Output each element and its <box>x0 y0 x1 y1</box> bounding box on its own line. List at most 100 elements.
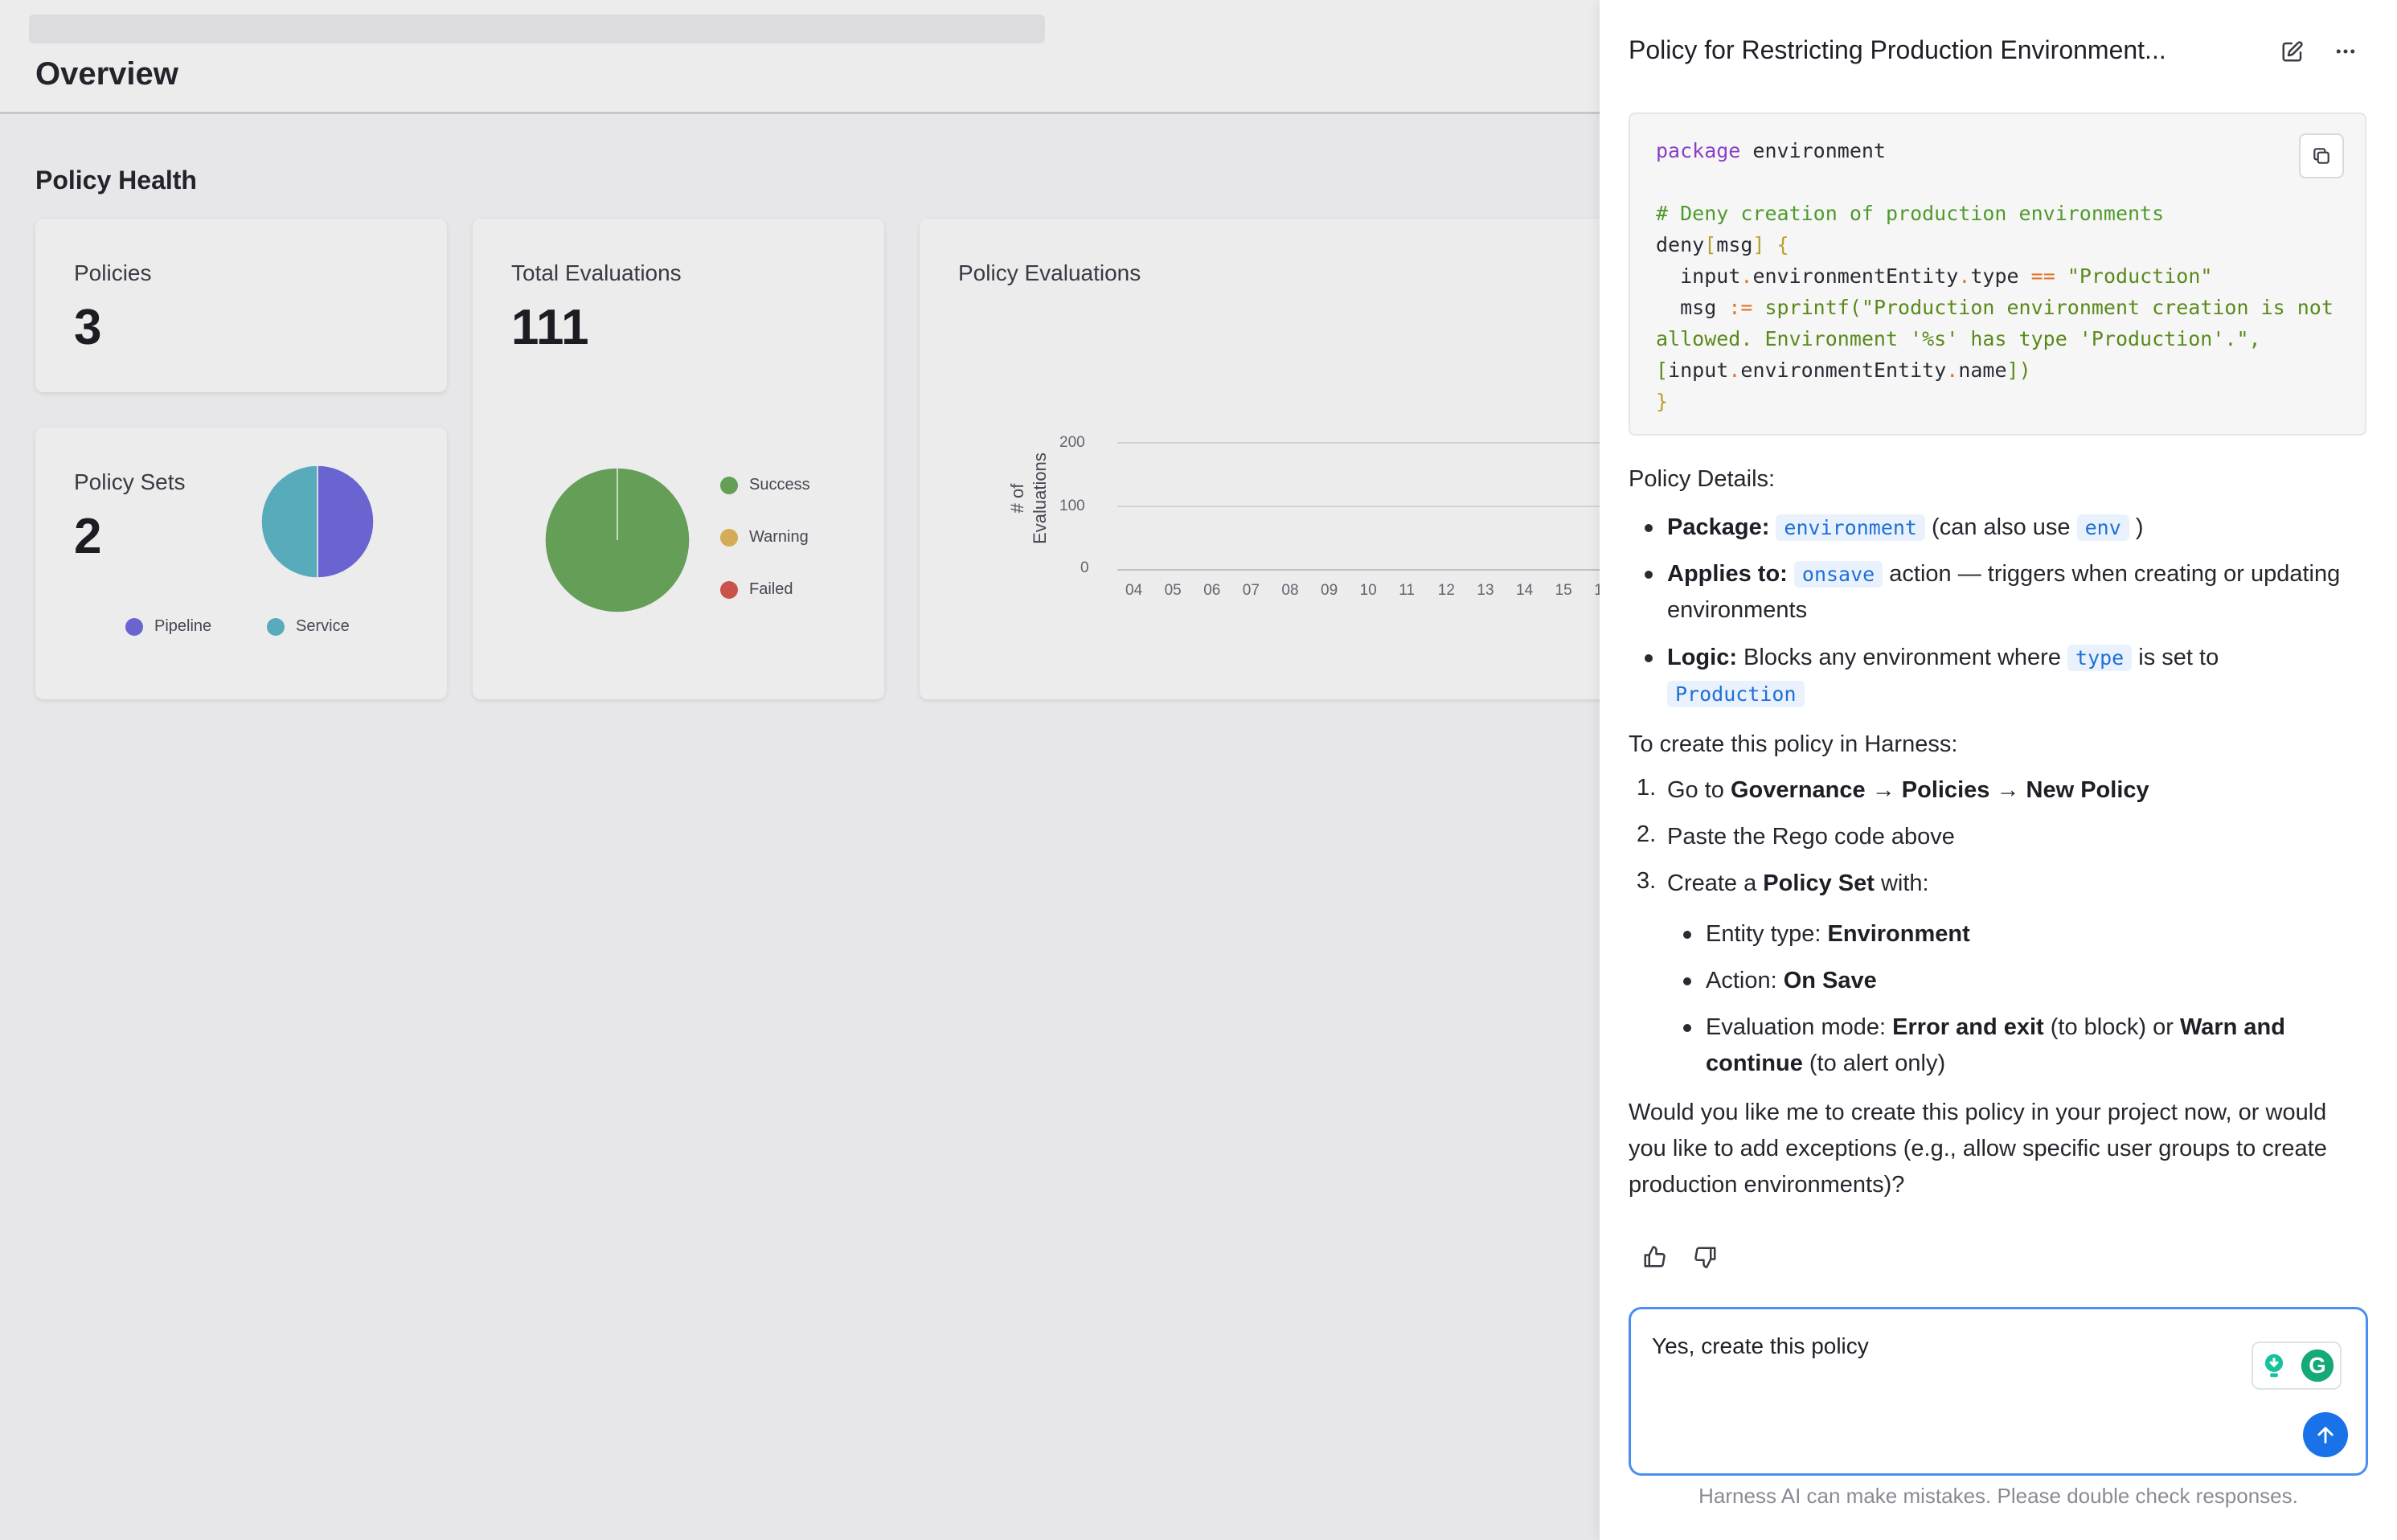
step-2: Paste the Rego code above <box>1667 824 1955 850</box>
code-comma: , <box>2248 327 2261 350</box>
step-number: 1. <box>1637 775 1657 801</box>
detail-key: Applies to: <box>1667 561 1788 587</box>
sub-step-value: Warn and <box>2179 1014 2285 1040</box>
sub-step-label: Action: <box>1706 968 1784 993</box>
step-text: Create a <box>1667 870 1764 896</box>
send-button[interactable] <box>2303 1412 2348 1457</box>
sub-step-entity: Entity type: Environment <box>1706 916 1970 952</box>
detail-text: (can also use <box>1925 514 2077 540</box>
sub-step-text: (to alert only) <box>1802 1051 1946 1076</box>
detail-text: Blocks any environment where <box>1737 645 2068 670</box>
grammarly-widget[interactable]: G <box>2252 1341 2342 1390</box>
inline-code: Production <box>1667 681 1805 707</box>
closing-line: Would you like me to create this policy … <box>1629 1100 2327 1125</box>
grammarly-icon[interactable]: G <box>2300 1348 2335 1383</box>
closing-paragraph: Would you like me to create this policy … <box>1629 1095 2327 1203</box>
detail-text: action — triggers when creating or updat… <box>1883 561 2341 587</box>
step-text: with: <box>1874 870 1929 896</box>
bullet <box>1645 571 1653 579</box>
step-text: Go to <box>1667 777 1731 803</box>
detail-key: Logic: <box>1667 645 1737 670</box>
code-bracket: ] <box>1752 233 1765 256</box>
bullet <box>1683 1024 1691 1032</box>
code-dot: . <box>1946 358 1959 382</box>
code-entity: environmentEntity <box>1752 264 1959 288</box>
sub-step-value: Error and exit <box>1892 1014 2044 1040</box>
sub-step-action: Action: On Save <box>1706 963 1877 999</box>
detail-key: Package: <box>1667 514 1770 540</box>
lightbulb-icon[interactable] <box>2259 1350 2289 1381</box>
sub-step-label: Evaluation mode: <box>1706 1014 1893 1040</box>
code-brace: { <box>1764 233 1789 256</box>
step-1: Go to Governance → Policies → New Policy <box>1667 775 2149 805</box>
step-bold: New Policy <box>2026 777 2149 803</box>
thumbs-up-icon[interactable] <box>1638 1241 1670 1273</box>
step-number: 2. <box>1637 821 1657 847</box>
inline-code: type <box>2067 645 2133 671</box>
inline-code: environment <box>1776 514 1925 541</box>
bullet <box>1645 654 1653 662</box>
sub-step-text: (to block) or <box>2043 1014 2180 1040</box>
panel-title: Policy for Restricting Production Enviro… <box>1629 35 2166 64</box>
code-bracket: ]) <box>2006 358 2031 382</box>
closing-line: production environments)? <box>1629 1172 1905 1198</box>
code-function: sprintf( <box>1764 296 1862 319</box>
edit-icon[interactable] <box>2276 35 2309 68</box>
step-bold: Policy Set <box>1763 870 1875 896</box>
code-msg: msg <box>1656 296 1729 319</box>
code-type: type <box>1970 264 2019 288</box>
inline-code: onsave <box>1793 561 1883 588</box>
code-brace: } <box>1656 390 1669 413</box>
send-icon <box>2317 1427 2333 1444</box>
step-text: → <box>1865 777 1902 803</box>
closing-line: you like to add exceptions (e.g., allow … <box>1629 1136 2327 1161</box>
modal-backdrop[interactable] <box>0 0 1600 1540</box>
thumbs-down-icon[interactable] <box>1690 1241 1722 1273</box>
sub-step-value: On Save <box>1783 968 1877 993</box>
bullet <box>1683 931 1691 939</box>
code-operator: := <box>1728 296 1765 319</box>
disclaimer: Harness AI can make mistakes. Please dou… <box>1698 1484 2298 1508</box>
sub-step-mode: Evaluation mode: Error and exit (to bloc… <box>1706 1010 2365 1082</box>
code-comment: # Deny creation of production environmen… <box>1656 202 2165 225</box>
sub-step-value: continue <box>1706 1051 1803 1076</box>
code-entity: environmentEntity <box>1740 358 1947 382</box>
code-string: allowed. Environment '%s' has type 'Prod… <box>1656 327 2249 350</box>
code-deny: deny <box>1656 233 1705 256</box>
detail-logic: Logic: Blocks any environment where type… <box>1667 640 2374 712</box>
code-bracket: [ <box>1656 358 1669 382</box>
sub-step-label: Entity type: <box>1706 921 1828 947</box>
detail-text: environments <box>1667 597 1808 623</box>
copy-icon[interactable] <box>2299 133 2344 178</box>
code-dot: . <box>1740 264 1753 288</box>
dashboard: Overview Policy Health Policies 3 Policy… <box>0 0 1611 1540</box>
bullet <box>1683 977 1691 985</box>
code-string: "Production environment creation is not <box>1861 296 2333 319</box>
detail-applies-to: Applies to: onsave action — triggers whe… <box>1667 556 2374 629</box>
chat-input[interactable]: Yes, create this policy G <box>1629 1307 2368 1476</box>
detail-text: is set to <box>2132 645 2219 670</box>
create-heading: To create this policy in Harness: <box>1629 731 1958 757</box>
code-dot: . <box>1958 264 1971 288</box>
code-input: input <box>1668 358 1729 382</box>
code-input: input <box>1680 264 1741 288</box>
code-bracket: [ <box>1704 233 1717 256</box>
ai-assistant-panel: Policy for Restricting Production Enviro… <box>1600 0 2397 1540</box>
code-package-name: environment <box>1740 139 1886 162</box>
code-msg: msg <box>1716 233 1753 256</box>
step-bold: Policies <box>1901 777 1990 803</box>
code-block: package environment # Deny creation of p… <box>1629 113 2366 436</box>
chat-input-value[interactable]: Yes, create this policy <box>1652 1333 1869 1359</box>
sub-step-value: Environment <box>1827 921 1970 947</box>
code-dot: . <box>1728 358 1741 382</box>
code-name: name <box>1958 358 2007 382</box>
bullet <box>1645 524 1653 532</box>
step-number: 3. <box>1637 868 1657 894</box>
svg-text:G: G <box>2309 1353 2325 1378</box>
step-3: Create a Policy Set with: <box>1667 868 1929 899</box>
code-string: "Production" <box>2067 264 2213 288</box>
code-keyword: package <box>1656 139 1741 162</box>
inline-code: env <box>2076 514 2129 541</box>
more-icon[interactable] <box>2329 35 2362 68</box>
